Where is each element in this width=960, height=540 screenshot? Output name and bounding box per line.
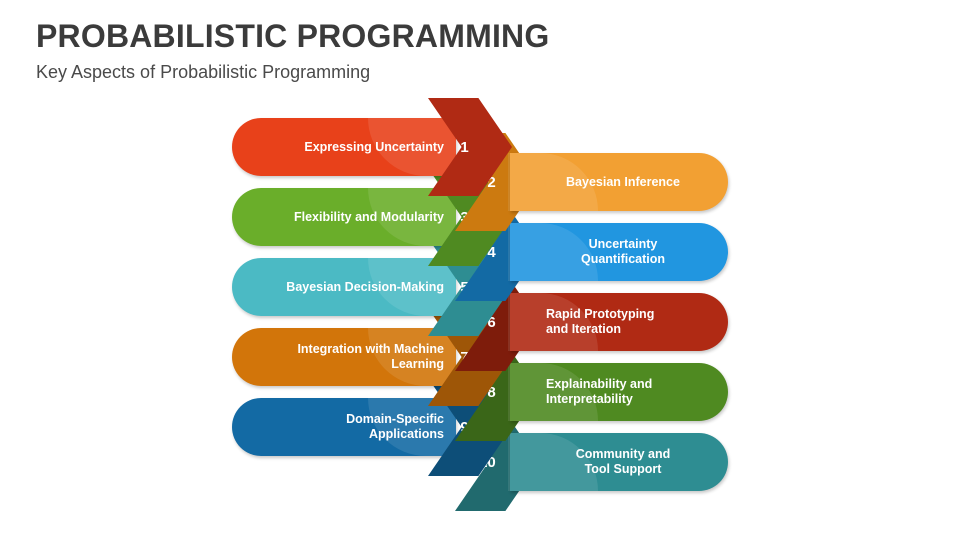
arrow-label-03: Flexibility and Modularity [293,209,444,224]
arrow-label-02: Bayesian Inference [566,174,680,189]
arrow-bar-10[interactable]: Community and Tool Support [508,433,728,491]
arrow-label-05: Bayesian Decision-Making [286,279,444,294]
slide-canvas: PROBABILISTIC PROGRAMMING Key Aspects of… [0,0,960,540]
arrow-bar-06[interactable]: Rapid Prototyping and Iteration [508,293,728,351]
arrow-item-01[interactable]: Expressing Uncertainty 01 [232,98,512,196]
arrow-bar-04[interactable]: Uncertainty Quantification [508,223,728,281]
arrow-bar-09[interactable]: Domain-Specific Applications [232,398,458,456]
arrow-list-diagram: Expressing Uncertainty0102Bayesian Infer… [0,0,960,540]
arrow-bar-01[interactable]: Expressing Uncertainty [232,118,458,176]
arrow-bar-03[interactable]: Flexibility and Modularity [232,188,458,246]
arrow-bar-05[interactable]: Bayesian Decision-Making [232,258,458,316]
arrow-label-04: Uncertainty Quantification [580,237,666,266]
arrow-bar-08[interactable]: Explainability and Interpretability [508,363,728,421]
arrow-label-09: Domain-Specific Applications [346,412,444,441]
arrow-label-08: Explainability and Interpretability [546,377,653,406]
arrow-bar-07[interactable]: Integration with Machine Learning [232,328,458,386]
arrow-label-01: Expressing Uncertainty [304,139,444,154]
arrow-label-06: Rapid Prototyping and Iteration [546,307,655,336]
arrow-bar-02[interactable]: Bayesian Inference [508,153,728,211]
arrow-label-10: Community and Tool Support [575,447,671,476]
arrow-label-07: Integration with Machine Learning [297,342,444,371]
